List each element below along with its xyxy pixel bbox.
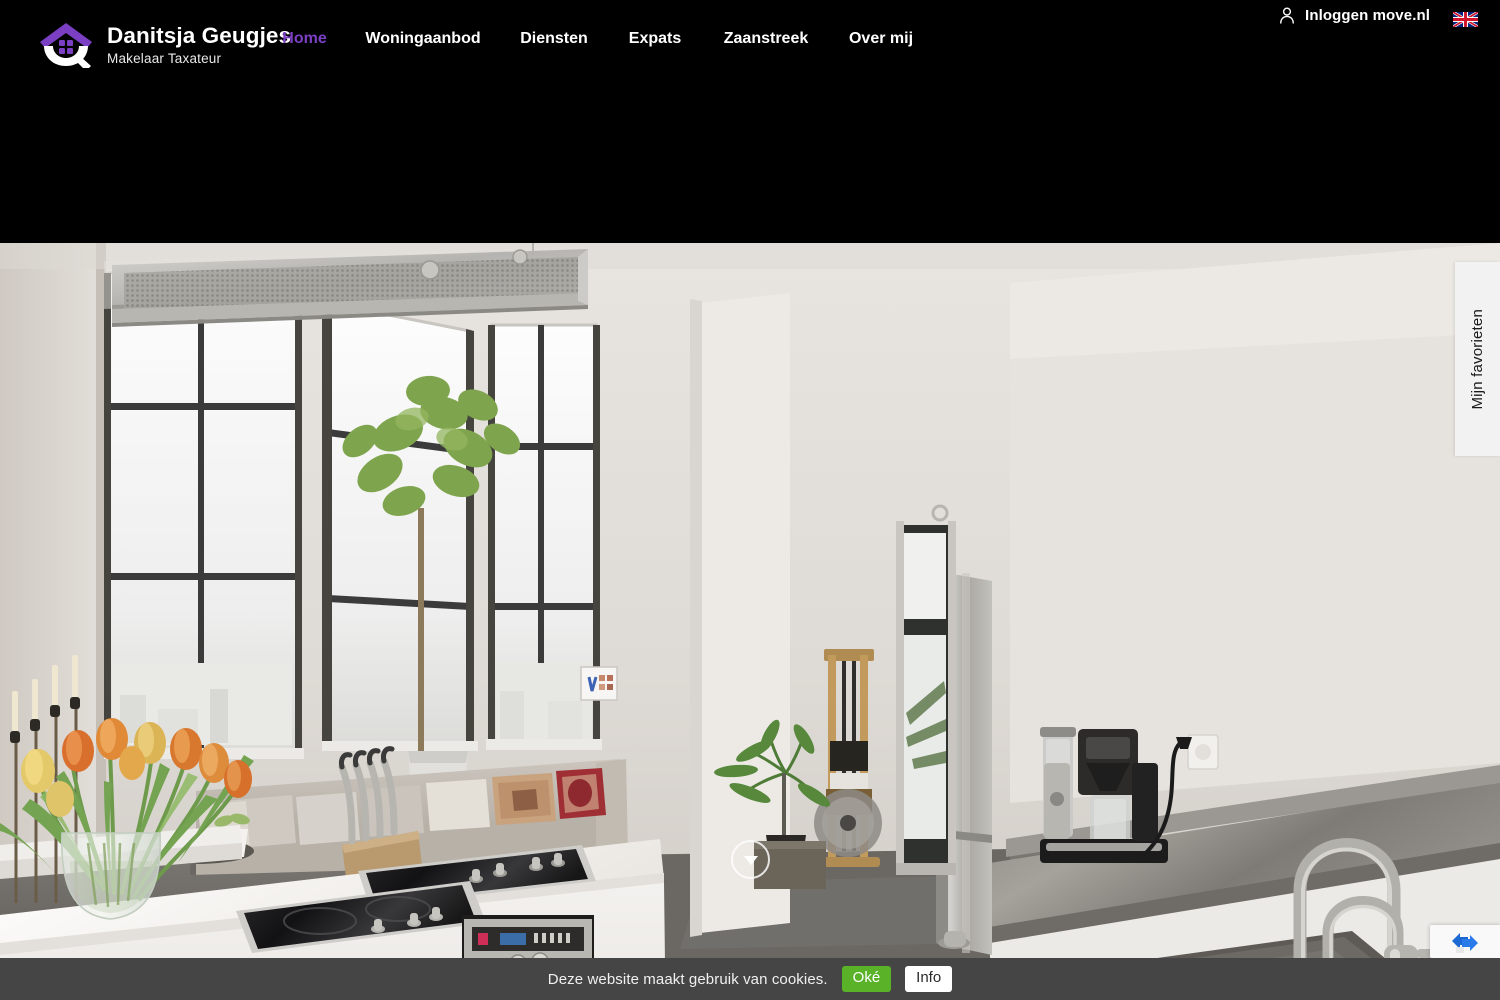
- house-magnifier-logo-icon: [36, 20, 96, 68]
- main-navigation: Home Woningaanbod Diensten Expats Zaanst…: [262, 30, 931, 66]
- nav-item-home[interactable]: Home: [282, 30, 326, 48]
- site-logo[interactable]: Danitsja Geugjes Makelaar Taxateur: [36, 20, 291, 68]
- nav-item-diensten[interactable]: Diensten: [520, 30, 588, 48]
- recaptcha-badge[interactable]: [1430, 925, 1500, 958]
- cookie-accept-button[interactable]: Oké: [841, 966, 892, 992]
- login-link[interactable]: Inloggen move.nl: [1279, 7, 1430, 24]
- chevron-down-icon: [743, 855, 758, 865]
- my-favorites-tab[interactable]: Mijn favorieten: [1455, 262, 1500, 456]
- site-header: Danitsja Geugjes Makelaar Taxateur Home …: [0, 0, 1500, 243]
- my-favorites-label: Mijn favorieten: [1469, 308, 1486, 410]
- recaptcha-badge-icon: [1452, 932, 1478, 953]
- uk-flag-icon: [1453, 12, 1478, 27]
- scroll-down-button[interactable]: [731, 840, 770, 879]
- nav-item-woningaanbod[interactable]: Woningaanbod: [365, 30, 480, 48]
- nav-item-zaanstreek[interactable]: Zaanstreek: [724, 30, 809, 48]
- language-switcher-uk[interactable]: [1453, 12, 1478, 27]
- page-root: Mijn favorieten Danitsja Geugjes Makelaa…: [0, 0, 1500, 1000]
- login-label: Inloggen move.nl: [1305, 7, 1430, 24]
- cookie-message: Deze website maakt gebruik van cookies.: [547, 970, 828, 988]
- nav-item-expats[interactable]: Expats: [629, 30, 681, 48]
- nav-item-over-mij[interactable]: Over mij: [849, 30, 913, 48]
- user-icon: [1280, 7, 1294, 24]
- cookie-consent-bar: Deze website maakt gebruik van cookies. …: [0, 958, 1500, 1000]
- cookie-info-button[interactable]: Info: [905, 966, 953, 992]
- hero-image: [0, 243, 1500, 958]
